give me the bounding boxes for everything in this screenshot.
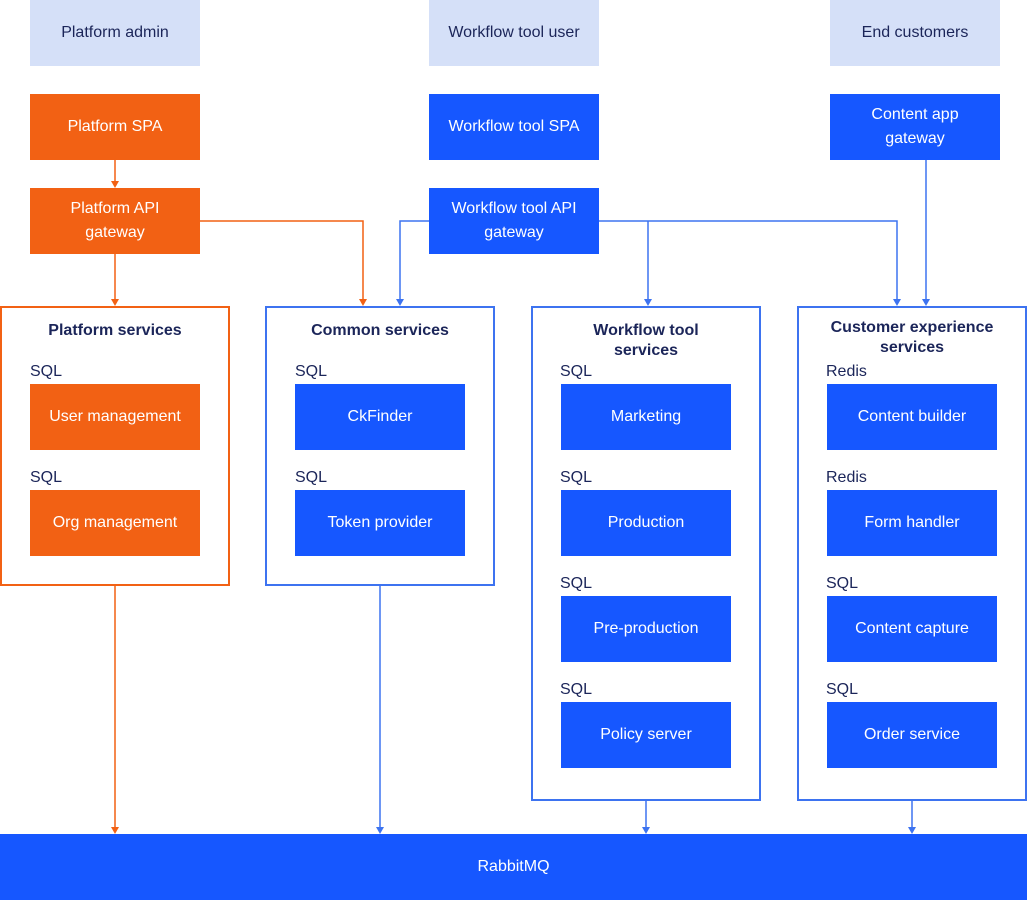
node-label: CkFinder: [347, 408, 413, 425]
node-label: Production: [607, 514, 685, 531]
group-title: Workflow tool services: [593, 322, 699, 359]
service-policy-server: Policy server: [561, 702, 731, 768]
node-label: Form handler: [864, 514, 960, 531]
db-label: SQL: [560, 575, 593, 592]
node-label: Order service: [863, 726, 961, 743]
platform-api-gateway: Platform API gateway: [30, 188, 200, 254]
actor-label: Platform admin: [61, 24, 169, 41]
service-user-management: User management: [30, 384, 200, 450]
db-label: SQL: [560, 469, 593, 486]
node-label: Content app gateway: [871, 106, 959, 147]
node-label: Pre-production: [593, 620, 699, 637]
node-label: Workflow tool API gateway: [451, 200, 577, 241]
node-label: Content builder: [857, 408, 967, 425]
db-label: SQL: [295, 363, 328, 380]
node-label: Org management: [52, 514, 178, 531]
db-label: SQL: [560, 363, 593, 380]
node-label: User management: [49, 408, 181, 425]
service-token-provider: Token provider: [295, 490, 465, 556]
actor-label: End customers: [861, 24, 969, 41]
node-label: Token provider: [327, 514, 433, 531]
node-label: Policy server: [600, 726, 692, 743]
arrow-api-to-common: [200, 220, 364, 300]
service-order-service: Order service: [827, 702, 997, 768]
node-label: Content capture: [855, 620, 969, 637]
workflow-api-gateway: Workflow tool API gateway: [429, 188, 599, 254]
db-label: SQL: [560, 681, 593, 698]
actor-label: Workflow tool user: [448, 24, 580, 41]
content-app-gateway: Content app gateway: [830, 94, 1000, 160]
service-ckfinder: CkFinder: [295, 384, 465, 450]
group-title: Common services: [311, 322, 449, 339]
bus-label: RabbitMQ: [477, 858, 550, 875]
db-label: SQL: [295, 469, 328, 486]
actor-platform-admin: Platform admin: [30, 0, 200, 66]
node-label: Platform SPA: [67, 118, 163, 135]
service-content-builder: Content builder: [827, 384, 997, 450]
node-label: Marketing: [610, 408, 682, 425]
actor-workflow-user: Workflow tool user: [429, 0, 599, 66]
db-label: SQL: [30, 363, 63, 380]
workflow-spa: Workflow tool SPA: [429, 94, 599, 160]
arrow-wf-api-to-common: [399, 220, 429, 300]
arrow-wf-api-to-cx: [599, 220, 898, 300]
node-label: Platform API gateway: [70, 200, 160, 241]
actor-end-customers: End customers: [830, 0, 1000, 66]
service-form-handler: Form handler: [827, 490, 997, 556]
group-title: Platform services: [48, 322, 182, 339]
db-label: SQL: [826, 681, 859, 698]
db-label: Redis: [826, 363, 867, 380]
db-label: SQL: [826, 575, 859, 592]
service-marketing: Marketing: [561, 384, 731, 450]
group-title: Customer experience services: [830, 319, 994, 356]
node-label: Workflow tool SPA: [448, 118, 580, 135]
platform-spa: Platform SPA: [30, 94, 200, 160]
service-content-capture: Content capture: [827, 596, 997, 662]
db-label: Redis: [826, 469, 867, 486]
service-production: Production: [561, 490, 731, 556]
service-pre-production: Pre-production: [561, 596, 731, 662]
service-org-management: Org management: [30, 490, 200, 556]
rabbitmq-bus: RabbitMQ: [0, 834, 1027, 900]
db-label: SQL: [30, 469, 63, 486]
